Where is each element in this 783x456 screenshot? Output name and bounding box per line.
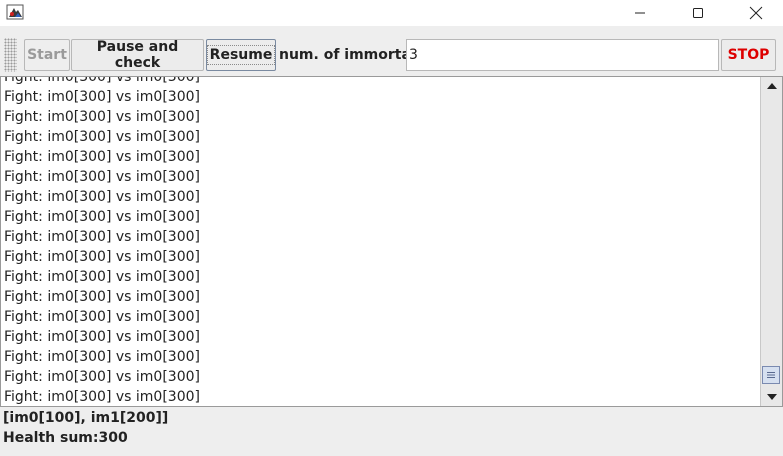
maximize-button[interactable] <box>675 0 721 26</box>
log-line: Fight: im0[300] vs im0[300] <box>4 289 200 305</box>
log-line: Fight: im0[300] vs im0[300] <box>4 129 200 145</box>
log-line: Fight: im0[300] vs im0[300] <box>4 209 200 225</box>
scroll-down-button[interactable] <box>761 388 782 406</box>
log-line: Fight: im0[300] vs im0[300] <box>4 249 200 265</box>
minimize-button[interactable] <box>617 0 663 26</box>
log-line: Fight: im0[300] vs im0[300] <box>4 349 200 365</box>
maximize-icon <box>693 8 703 18</box>
grip-lines-icon <box>767 372 775 378</box>
resume-button-label: Resume <box>206 45 276 65</box>
immortals-status-list: [im0[100], im1[200]] <box>3 410 169 426</box>
log-line: Fight: im0[300] vs im0[300] <box>4 269 200 285</box>
arrow-up-icon <box>767 83 777 89</box>
scroll-thumb[interactable] <box>762 366 780 384</box>
health-sum-label: Health sum:300 <box>3 430 128 446</box>
fight-log-list: Fight: im0[300] vs im0[300] Fight: im0[3… <box>4 76 754 406</box>
java-app-icon <box>6 4 24 20</box>
vertical-scrollbar[interactable] <box>760 77 782 406</box>
stop-button[interactable]: STOP <box>721 39 776 71</box>
log-line: Fight: im0[300] vs im0[300] <box>4 369 200 385</box>
close-icon <box>749 6 763 20</box>
log-line: Fight: im0[300] vs im0[300] <box>4 89 200 105</box>
log-line: Fight: im0[300] vs im0[300] <box>4 109 200 125</box>
log-line: Fight: im0[300] vs im0[300] <box>4 389 200 405</box>
title-bar <box>0 0 783 26</box>
log-line: Fight: im0[300] vs im0[300] <box>4 149 200 165</box>
log-line: Fight: im0[300] vs im0[300] <box>4 229 200 245</box>
fight-log-panel[interactable]: Fight: im0[300] vs im0[300] Fight: im0[3… <box>0 76 783 407</box>
toolbar-grip-handle[interactable] <box>4 38 17 72</box>
close-button[interactable] <box>733 0 779 26</box>
log-line: Fight: im0[300] vs im0[300] <box>4 169 200 185</box>
log-line: Fight: im0[300] vs im0[300] <box>4 76 200 85</box>
pause-and-check-button[interactable]: Pause and check <box>71 39 204 71</box>
toolbar: Start Pause and check Resume num. of imm… <box>0 36 783 75</box>
log-line: Fight: im0[300] vs im0[300] <box>4 309 200 325</box>
minimize-icon <box>635 12 645 14</box>
log-line: Fight: im0[300] vs im0[300] <box>4 189 200 205</box>
log-line: Fight: im0[300] vs im0[300] <box>4 329 200 345</box>
immortals-count-input[interactable] <box>406 39 719 71</box>
scroll-up-button[interactable] <box>761 77 782 95</box>
start-button[interactable]: Start <box>24 39 70 71</box>
arrow-down-icon <box>767 394 777 400</box>
resume-button[interactable]: Resume <box>206 39 276 71</box>
